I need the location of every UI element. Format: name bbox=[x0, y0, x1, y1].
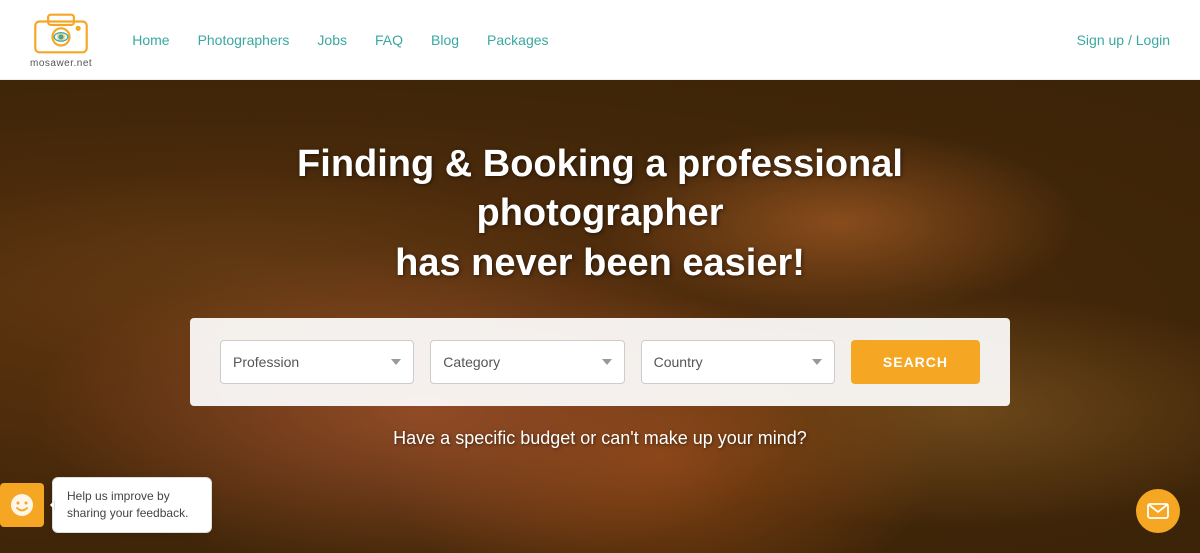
main-nav: Home Photographers Jobs FAQ Blog Package… bbox=[132, 32, 548, 48]
nav-packages[interactable]: Packages bbox=[487, 32, 548, 48]
nav-photographers[interactable]: Photographers bbox=[198, 32, 290, 48]
hero-bottom-text: Have a specific budget or can't make up … bbox=[393, 428, 807, 449]
feedback-widget: Help us improve by sharing your feedback… bbox=[0, 477, 212, 533]
hero-content: Finding & Booking a professional photogr… bbox=[0, 80, 1200, 449]
category-select[interactable]: Category Wedding Portrait Commercial bbox=[430, 340, 624, 384]
header: mosawer.net Home Photographers Jobs FAQ … bbox=[0, 0, 1200, 80]
hero-section: Finding & Booking a professional photogr… bbox=[0, 80, 1200, 553]
profession-select[interactable]: Profession Photographer Videographer Edi… bbox=[220, 340, 414, 384]
nav-blog[interactable]: Blog bbox=[431, 32, 459, 48]
nav-home[interactable]: Home bbox=[132, 32, 169, 48]
header-left: mosawer.net Home Photographers Jobs FAQ … bbox=[30, 11, 549, 69]
signup-login-link[interactable]: Sign up / Login bbox=[1077, 32, 1170, 48]
smiley-icon bbox=[9, 492, 35, 518]
feedback-bubble: Help us improve by sharing your feedback… bbox=[52, 477, 212, 533]
logo-text: mosawer.net bbox=[30, 58, 92, 69]
search-box: Profession Photographer Videographer Edi… bbox=[190, 318, 1010, 406]
camera-icon bbox=[31, 11, 91, 56]
nav-jobs[interactable]: Jobs bbox=[317, 32, 347, 48]
search-button[interactable]: SEARCH bbox=[851, 340, 980, 384]
logo[interactable]: mosawer.net bbox=[30, 11, 92, 69]
hero-title: Finding & Booking a professional photogr… bbox=[200, 140, 1000, 288]
envelope-icon bbox=[1147, 503, 1169, 519]
country-select[interactable]: Country USA UK UAE bbox=[641, 340, 835, 384]
mail-icon-button[interactable] bbox=[1136, 489, 1180, 533]
feedback-icon-button[interactable] bbox=[0, 483, 44, 527]
nav-faq[interactable]: FAQ bbox=[375, 32, 403, 48]
